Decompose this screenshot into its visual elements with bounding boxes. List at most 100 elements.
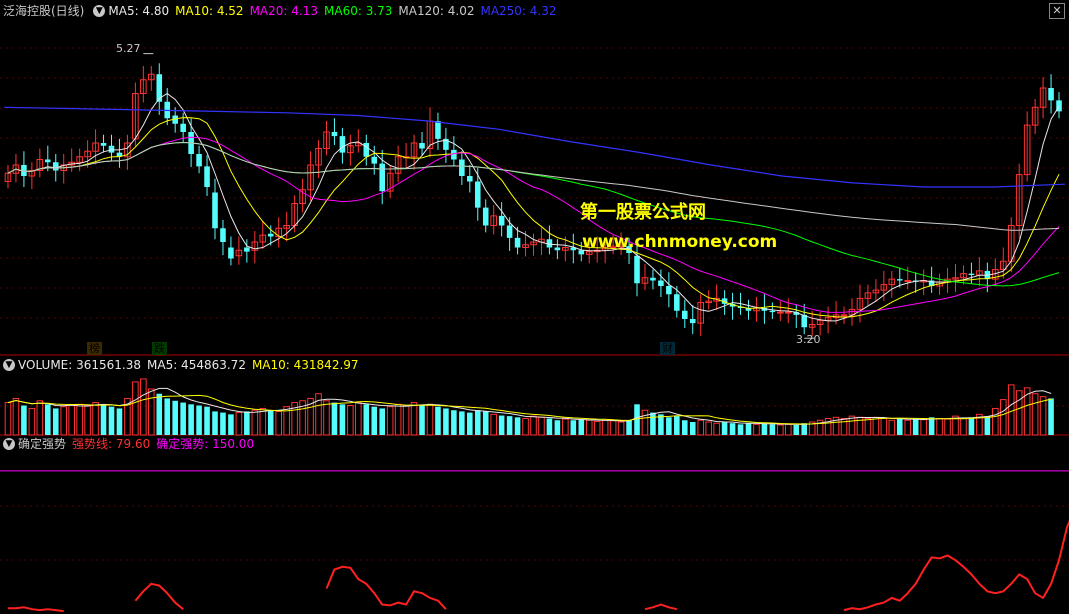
- candle-body: [904, 280, 912, 282]
- volume-bar: [928, 417, 935, 435]
- volume-bar: [538, 416, 545, 436]
- volume-bar: [379, 408, 386, 435]
- candle-body: [108, 145, 115, 153]
- volume-bar: [45, 404, 51, 435]
- volume-bar: [482, 411, 489, 435]
- candle-body: [451, 149, 457, 160]
- volume-bar: [4, 402, 12, 436]
- volume-bar: [514, 417, 521, 435]
- volume-bar: [84, 405, 91, 436]
- volume-bar: [721, 422, 728, 435]
- candle-body: [45, 159, 51, 163]
- candle-body: [506, 225, 513, 238]
- legend-ma20: MA20: 4.13: [249, 4, 318, 18]
- volume-bar: [999, 399, 1007, 436]
- volume-bar: [896, 419, 903, 435]
- candle-body: [777, 311, 784, 314]
- ma-line-ma60: [7, 141, 1060, 287]
- volume-bar: [666, 417, 672, 435]
- indicator-title: 确定强势: [18, 437, 67, 451]
- watermark-url: www.chnmoney.com: [582, 232, 778, 252]
- volume-bar: [451, 410, 457, 435]
- volume-bar: [705, 421, 712, 436]
- candle-body: [244, 247, 250, 252]
- candle-body: [228, 247, 234, 259]
- volume-bar: [658, 414, 664, 435]
- volume-bar: [880, 417, 888, 436]
- volume-bar: [12, 397, 20, 436]
- event-mark-die[interactable]: 跌: [152, 342, 167, 355]
- candle-body: [100, 143, 107, 146]
- legend-ma60: MA60: 3.73: [324, 4, 393, 18]
- candle-body: [363, 143, 370, 157]
- volume-bar: [108, 406, 115, 435]
- volume-bar: [968, 417, 975, 435]
- candle-body: [498, 215, 505, 226]
- volume-bar: [116, 408, 123, 435]
- volume-bar: [801, 423, 808, 435]
- volume-bar: [68, 405, 75, 436]
- volume-bar: [840, 417, 848, 436]
- high-price-label: 5.27: [116, 42, 141, 55]
- volume-bar: [793, 424, 800, 435]
- volume-bar: [641, 409, 649, 436]
- volume-bar: [474, 410, 481, 435]
- volume-bar: [745, 423, 752, 435]
- volume-bar: [713, 422, 720, 436]
- legend-ma250: MA250: 4.32: [480, 4, 557, 18]
- legend-vol-ma10: MA10: 431842.97: [251, 358, 359, 372]
- volume-bar: [402, 405, 410, 436]
- price-candles: [4, 63, 1062, 337]
- candle-body: [968, 273, 975, 275]
- volume-bar: [172, 400, 178, 435]
- candle-body: [785, 311, 792, 314]
- legend-vol-ma5: MA5: 454863.72: [147, 358, 246, 372]
- volume-bar: [960, 417, 967, 436]
- volume-bar: [228, 414, 234, 435]
- volume-bar: [76, 403, 83, 436]
- volume-legend: ▼ VOLUME: 361561.38 MA5: 454863.72 MA10:…: [0, 357, 365, 373]
- chevron-down-icon[interactable]: ▼: [93, 5, 106, 17]
- close-icon[interactable]: ✕: [1049, 3, 1065, 19]
- volume-bar: [235, 412, 243, 436]
- candle-body: [554, 247, 561, 251]
- watermark-title: 第一股票公式网: [580, 202, 706, 223]
- candle-body: [419, 143, 425, 149]
- volume-bar: [459, 411, 465, 435]
- volume-bar: [467, 412, 473, 435]
- stock-title[interactable]: 泛海控股(日线): [3, 3, 84, 19]
- volume-bar: [52, 408, 59, 435]
- volume-bar: [180, 402, 186, 435]
- volume-bar: [904, 419, 912, 436]
- event-mark-cai[interactable]: 财: [660, 342, 675, 355]
- candle-body: [474, 181, 481, 208]
- volume-bar: [920, 419, 927, 436]
- volume-bar: [554, 420, 561, 435]
- volume-bar: [1031, 393, 1039, 436]
- chevron-down-icon[interactable]: ▼: [3, 438, 15, 450]
- chevron-down-icon[interactable]: ▼: [3, 359, 15, 371]
- volume-bar: [729, 423, 736, 435]
- candle-body: [339, 136, 346, 153]
- volume-bar: [761, 423, 768, 435]
- stock-chart[interactable]: [0, 0, 1069, 614]
- volume-bar: [546, 418, 553, 435]
- volume-bar: [435, 406, 441, 435]
- volume-bar: [681, 420, 688, 435]
- volume-bar: [331, 402, 338, 435]
- volume-bar: [28, 407, 36, 436]
- candle-body: [204, 166, 210, 187]
- volume-bar: [674, 416, 680, 435]
- volume-bar: [864, 417, 872, 436]
- volume-bar: [769, 424, 776, 435]
- candle-body: [52, 162, 59, 171]
- moving-average-lines: [3, 53, 1066, 339]
- volume-bar: [1048, 398, 1054, 435]
- event-mark-bang[interactable]: 榜: [87, 342, 102, 355]
- volume-bar: [1007, 384, 1015, 436]
- volume-bar: [570, 420, 577, 435]
- candle-body: [459, 159, 465, 176]
- candle-body: [435, 121, 441, 139]
- volume-bar: [848, 415, 856, 436]
- volume-bar: [498, 415, 505, 435]
